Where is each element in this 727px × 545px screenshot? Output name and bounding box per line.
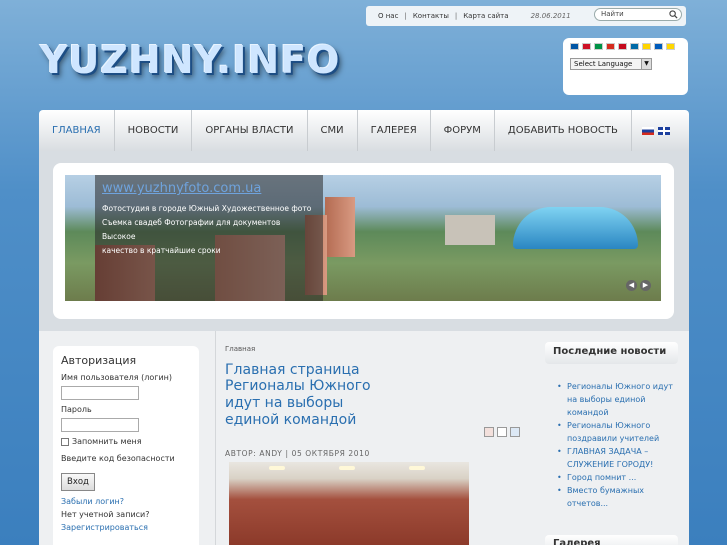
language-flag-icon[interactable] — [582, 43, 591, 50]
language-flag-icon[interactable] — [570, 43, 579, 50]
slider-controls: ◀ ▶ — [626, 280, 651, 291]
latest-news-heading: Последние новости — [545, 342, 678, 364]
column-divider — [215, 331, 216, 545]
banner-line: Съемка свадеб Фотографии для документов … — [102, 218, 281, 241]
russian-flag-icon[interactable] — [641, 126, 654, 135]
language-flag-icon[interactable] — [642, 43, 651, 50]
article-tools — [484, 427, 520, 437]
username-field[interactable] — [61, 386, 139, 400]
register-link[interactable]: Зарегистрироваться — [61, 523, 191, 532]
email-icon[interactable] — [510, 427, 520, 437]
list-item[interactable]: ГЛАВНАЯ ЗАДАЧА – СЛУЖЕНИЕ ГОРОДУ! — [553, 445, 678, 471]
contacts-link[interactable]: Контакты — [407, 12, 455, 20]
banner-ad-text: Фотостудия в городе Южный Художественное… — [102, 202, 316, 258]
banner-section: www.yuzhnyfoto.com.ua Фотостудия в город… — [39, 151, 689, 331]
banner-ad-overlay: www.yuzhnyfoto.com.ua Фотостудия в город… — [95, 175, 323, 301]
right-sidebar: Последние новости Регионалы Южного идут … — [545, 342, 678, 510]
about-link[interactable]: О нас — [372, 12, 404, 20]
nav-language-flags — [632, 110, 670, 151]
nav-item-add-news[interactable]: ДОБАВИТЬ НОВОСТЬ — [495, 110, 632, 151]
password-label: Пароль — [61, 405, 92, 414]
article-image[interactable] — [229, 462, 469, 545]
main-navigation: ГЛАВНАЯ НОВОСТИ ОРГАНЫ ВЛАСТИ СМИ ГАЛЕРЕ… — [39, 110, 689, 157]
english-flag-icon[interactable] — [657, 126, 670, 135]
search-icon[interactable] — [669, 10, 678, 19]
search-placeholder: Найти — [601, 10, 624, 18]
list-item[interactable]: Регионалы Южного поздравили учителей — [553, 419, 678, 445]
nav-item-gallery[interactable]: ГАЛЕРЕЯ — [358, 110, 431, 151]
remember-me-checkbox[interactable] — [61, 437, 69, 446]
list-item[interactable]: Регионалы Южного идут на выборы единой к… — [553, 380, 678, 419]
language-selector-panel: Select Language ▼ — [563, 38, 688, 95]
nav-item-forum[interactable]: ФОРУМ — [431, 110, 495, 151]
language-flag-icon[interactable] — [618, 43, 627, 50]
list-item[interactable]: Вместо бумажных отчетов... — [553, 484, 678, 510]
main-column: Главная Главная страница Регионалы Южног… — [225, 345, 525, 458]
remember-me-row: Запомнить меня — [61, 437, 191, 446]
arrow-left-icon[interactable]: ◀ — [626, 280, 637, 291]
article-title[interactable]: Регионалы Южного идут на выборы единой к… — [225, 378, 395, 429]
city-panorama-image[interactable]: www.yuzhnyfoto.com.ua Фотостудия в город… — [65, 175, 661, 301]
nav-item-news[interactable]: НОВОСТИ — [115, 110, 193, 151]
search-input[interactable]: Найти — [594, 8, 682, 21]
username-label: Имя пользователя (логин) — [61, 373, 173, 382]
gallery-heading: Галерея — [545, 535, 678, 545]
banner-ad-link[interactable]: www.yuzhnyfoto.com.ua — [102, 181, 316, 196]
forgot-login-link[interactable]: Забыли логин? — [61, 497, 191, 506]
print-icon[interactable] — [497, 427, 507, 437]
login-title: Авторизация — [61, 354, 137, 367]
login-button[interactable]: Вход — [61, 473, 95, 491]
chevron-down-icon: ▼ — [641, 59, 651, 69]
arrow-right-icon[interactable]: ▶ — [640, 280, 651, 291]
no-account-text: Нет учетной записи? — [61, 510, 150, 519]
language-flag-icon[interactable] — [666, 43, 675, 50]
sitemap-link[interactable]: Карта сайта — [457, 12, 514, 20]
password-field[interactable] — [61, 418, 139, 432]
language-flag-icon[interactable] — [630, 43, 639, 50]
banner-line: качество в кратчайшие сроки — [102, 246, 221, 255]
language-flags — [570, 43, 675, 50]
language-select[interactable]: Select Language ▼ — [570, 58, 652, 70]
banner-line: Фотостудия в городе Южный Художественное… — [102, 204, 312, 213]
list-item[interactable]: Город помнит ... — [553, 471, 678, 484]
nav-item-media[interactable]: СМИ — [308, 110, 358, 151]
latest-news-list: Регионалы Южного идут на выборы единой к… — [545, 364, 678, 510]
language-flag-icon[interactable] — [654, 43, 663, 50]
language-flag-icon[interactable] — [594, 43, 603, 50]
language-select-label: Select Language — [574, 60, 633, 68]
breadcrumb[interactable]: Главная — [225, 345, 525, 353]
nav-item-authorities[interactable]: ОРГАНЫ ВЛАСТИ — [192, 110, 308, 151]
login-module: Авторизация Имя пользователя (логин) Пар… — [53, 346, 199, 545]
banner-frame: www.yuzhnyfoto.com.ua Фотостудия в город… — [53, 163, 674, 319]
site-logo[interactable]: YUZHNY.INFO — [40, 38, 340, 82]
nav-item-home[interactable]: ГЛАВНАЯ — [39, 110, 115, 157]
pdf-icon[interactable] — [484, 427, 494, 437]
article-meta: АВТОР: ANDY | 05 ОКТЯБРЯ 2010 — [225, 449, 370, 458]
current-date: 28.06.2011 — [530, 12, 571, 20]
security-code-label: Введите код безопасности — [61, 454, 175, 463]
remember-me-label: Запомнить меня — [72, 437, 142, 446]
page-title: Главная страница — [225, 362, 360, 378]
language-flag-icon[interactable] — [606, 43, 615, 50]
